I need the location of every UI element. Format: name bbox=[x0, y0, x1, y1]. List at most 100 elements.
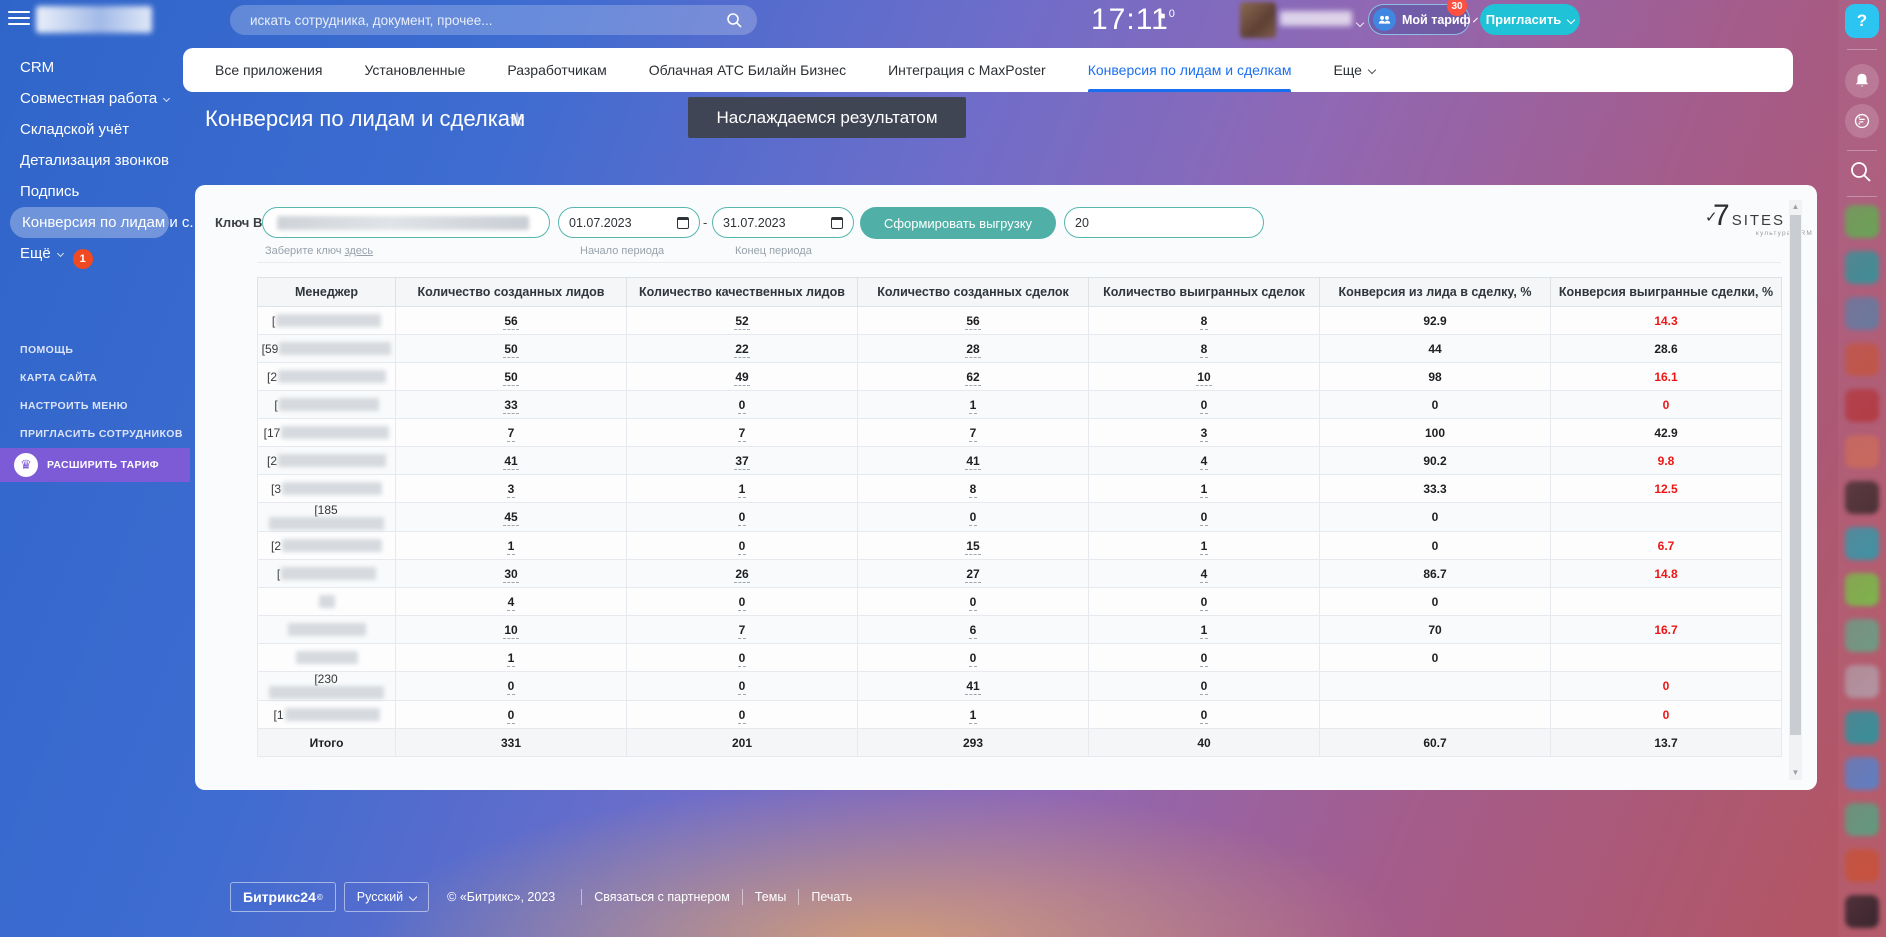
metric-link[interactable]: 4 bbox=[1200, 567, 1209, 583]
bitrix24-brand-button[interactable]: Битрикс24© bbox=[230, 882, 336, 912]
search-input[interactable] bbox=[230, 5, 757, 35]
metric-link[interactable]: 0 bbox=[969, 595, 978, 611]
user-name-blurred[interactable] bbox=[1280, 11, 1352, 26]
pinned-app-icon-blurred[interactable] bbox=[1845, 251, 1879, 284]
footer-link[interactable]: Связаться с партнером bbox=[594, 890, 730, 904]
footer-link[interactable]: Печать bbox=[811, 890, 852, 904]
expand-tariff-button[interactable]: ♛ РАСШИРИТЬ ТАРИФ bbox=[0, 448, 190, 482]
metric-link[interactable]: 37 bbox=[734, 454, 749, 470]
pinned-app-icon-blurred[interactable] bbox=[1845, 711, 1879, 744]
metric-link[interactable]: 0 bbox=[738, 679, 747, 695]
metric-link[interactable]: 0 bbox=[1200, 595, 1209, 611]
metric-link[interactable]: 62 bbox=[965, 370, 980, 386]
sidebar-item[interactable]: Конверсия по лидам и с... bbox=[10, 207, 169, 238]
tab[interactable]: Облачная АТС Билайн Бизнес bbox=[649, 48, 846, 92]
pinned-app-icon-blurred[interactable] bbox=[1845, 527, 1879, 560]
metric-link[interactable]: 41 bbox=[503, 454, 518, 470]
metric-link[interactable]: 22 bbox=[734, 342, 749, 358]
tab[interactable]: Установленные bbox=[364, 48, 465, 92]
user-avatar[interactable] bbox=[1240, 2, 1276, 38]
bi-key-input[interactable] bbox=[262, 207, 550, 238]
metric-link[interactable]: 33 bbox=[503, 398, 518, 414]
notifications-button[interactable] bbox=[1845, 64, 1879, 98]
metric-link[interactable]: 8 bbox=[1200, 342, 1209, 358]
pinned-app-icon-blurred[interactable] bbox=[1845, 205, 1879, 238]
metric-link[interactable]: 7 bbox=[738, 426, 747, 442]
metric-link[interactable]: 0 bbox=[1200, 510, 1209, 526]
metric-link[interactable]: 1 bbox=[507, 539, 516, 555]
metric-link[interactable]: 27 bbox=[965, 567, 980, 583]
metric-link[interactable]: 0 bbox=[507, 708, 516, 724]
metric-link[interactable]: 49 bbox=[734, 370, 749, 386]
pinned-app-icon-blurred[interactable] bbox=[1845, 343, 1879, 376]
metric-link[interactable]: 50 bbox=[503, 370, 518, 386]
metric-link[interactable]: 0 bbox=[738, 651, 747, 667]
metric-link[interactable]: 0 bbox=[738, 510, 747, 526]
metric-link[interactable]: 0 bbox=[738, 595, 747, 611]
metric-link[interactable]: 7 bbox=[969, 426, 978, 442]
metric-link[interactable]: 0 bbox=[969, 510, 978, 526]
calendar-icon[interactable] bbox=[677, 217, 689, 229]
pinned-app-icon-blurred[interactable] bbox=[1845, 481, 1879, 514]
metric-link[interactable]: 0 bbox=[507, 679, 516, 695]
metric-link[interactable]: 0 bbox=[738, 398, 747, 414]
calendar-icon[interactable] bbox=[831, 217, 843, 229]
pinned-app-icon-blurred[interactable] bbox=[1845, 849, 1879, 882]
language-selector[interactable]: Русский bbox=[344, 882, 429, 912]
metric-link[interactable]: 4 bbox=[507, 595, 516, 611]
scroll-down-arrow[interactable]: ▼ bbox=[1789, 766, 1802, 780]
tab[interactable]: Конверсия по лидам и сделкам bbox=[1088, 48, 1292, 92]
metric-link[interactable]: 1 bbox=[1200, 482, 1209, 498]
pinned-app-icon-blurred[interactable] bbox=[1845, 389, 1879, 422]
sidebar-footer-item[interactable]: ПОМОЩЬ bbox=[0, 336, 183, 364]
sidebar-item[interactable]: Подпись bbox=[0, 176, 183, 207]
pinned-app-icon-blurred[interactable] bbox=[1845, 297, 1879, 330]
metric-link[interactable]: 41 bbox=[965, 679, 980, 695]
pinned-app-icon-blurred[interactable] bbox=[1845, 895, 1879, 928]
sidebar-item[interactable]: Складской учёт bbox=[0, 114, 183, 145]
metric-link[interactable]: 0 bbox=[738, 708, 747, 724]
metric-link[interactable]: 8 bbox=[1200, 314, 1209, 330]
tab[interactable]: Интеграция с MaxPoster bbox=[888, 48, 1046, 92]
metric-link[interactable]: 0 bbox=[738, 539, 747, 555]
metric-link[interactable]: 10 bbox=[1196, 370, 1211, 386]
metric-link[interactable]: 30 bbox=[503, 567, 518, 583]
metric-link[interactable]: 26 bbox=[734, 567, 749, 583]
date-from-input[interactable]: 01.07.2023 bbox=[558, 207, 700, 238]
metric-link[interactable]: 0 bbox=[969, 651, 978, 667]
favorite-star-icon[interactable]: ★ bbox=[508, 107, 526, 132]
metric-link[interactable]: 1 bbox=[1200, 539, 1209, 555]
metric-link[interactable]: 10 bbox=[503, 623, 518, 639]
metric-link[interactable]: 6 bbox=[969, 623, 978, 639]
history-chat-button[interactable] bbox=[1845, 104, 1879, 138]
footer-link[interactable]: Темы bbox=[755, 890, 786, 904]
planner-flag[interactable]: ⚑0 bbox=[1156, 8, 1175, 24]
metric-link[interactable]: 1 bbox=[1200, 623, 1209, 639]
pinned-app-icon-blurred[interactable] bbox=[1845, 573, 1879, 606]
pinned-app-icon-blurred[interactable] bbox=[1845, 435, 1879, 468]
help-button[interactable]: ? bbox=[1845, 4, 1879, 38]
hamburger-menu-icon[interactable] bbox=[8, 11, 30, 27]
sidebar-footer-item[interactable]: ПРИГЛАСИТЬ СОТРУДНИКОВ bbox=[0, 420, 183, 448]
metric-link[interactable]: 45 bbox=[503, 510, 518, 526]
pinned-app-icon-blurred[interactable] bbox=[1845, 757, 1879, 790]
pinned-app-icon-blurred[interactable] bbox=[1845, 803, 1879, 836]
metric-link[interactable]: 4 bbox=[1200, 454, 1209, 470]
sidebar-item[interactable]: Ещё1 bbox=[0, 238, 183, 276]
search-icon[interactable] bbox=[726, 12, 742, 28]
rail-search-icon[interactable] bbox=[1849, 160, 1873, 184]
sidebar-item[interactable]: Детализация звонков bbox=[0, 145, 183, 176]
date-to-input[interactable]: 31.07.2023 bbox=[712, 207, 854, 238]
tab[interactable]: Еще bbox=[1333, 48, 1375, 92]
metric-link[interactable]: 1 bbox=[969, 708, 978, 724]
user-menu-caret[interactable] bbox=[1357, 15, 1363, 33]
metric-link[interactable]: 52 bbox=[734, 314, 749, 330]
metric-link[interactable]: 0 bbox=[1200, 651, 1209, 667]
table-scrollbar[interactable]: ▲ ▼ bbox=[1789, 200, 1802, 780]
metric-link[interactable]: 0 bbox=[1200, 708, 1209, 724]
metric-link[interactable]: 3 bbox=[1200, 426, 1209, 442]
metric-link[interactable]: 7 bbox=[738, 623, 747, 639]
pinned-app-icon-blurred[interactable] bbox=[1845, 619, 1879, 652]
tab[interactable]: Разработчикам bbox=[507, 48, 606, 92]
sidebar-footer-item[interactable]: НАСТРОИТЬ МЕНЮ bbox=[0, 392, 183, 420]
